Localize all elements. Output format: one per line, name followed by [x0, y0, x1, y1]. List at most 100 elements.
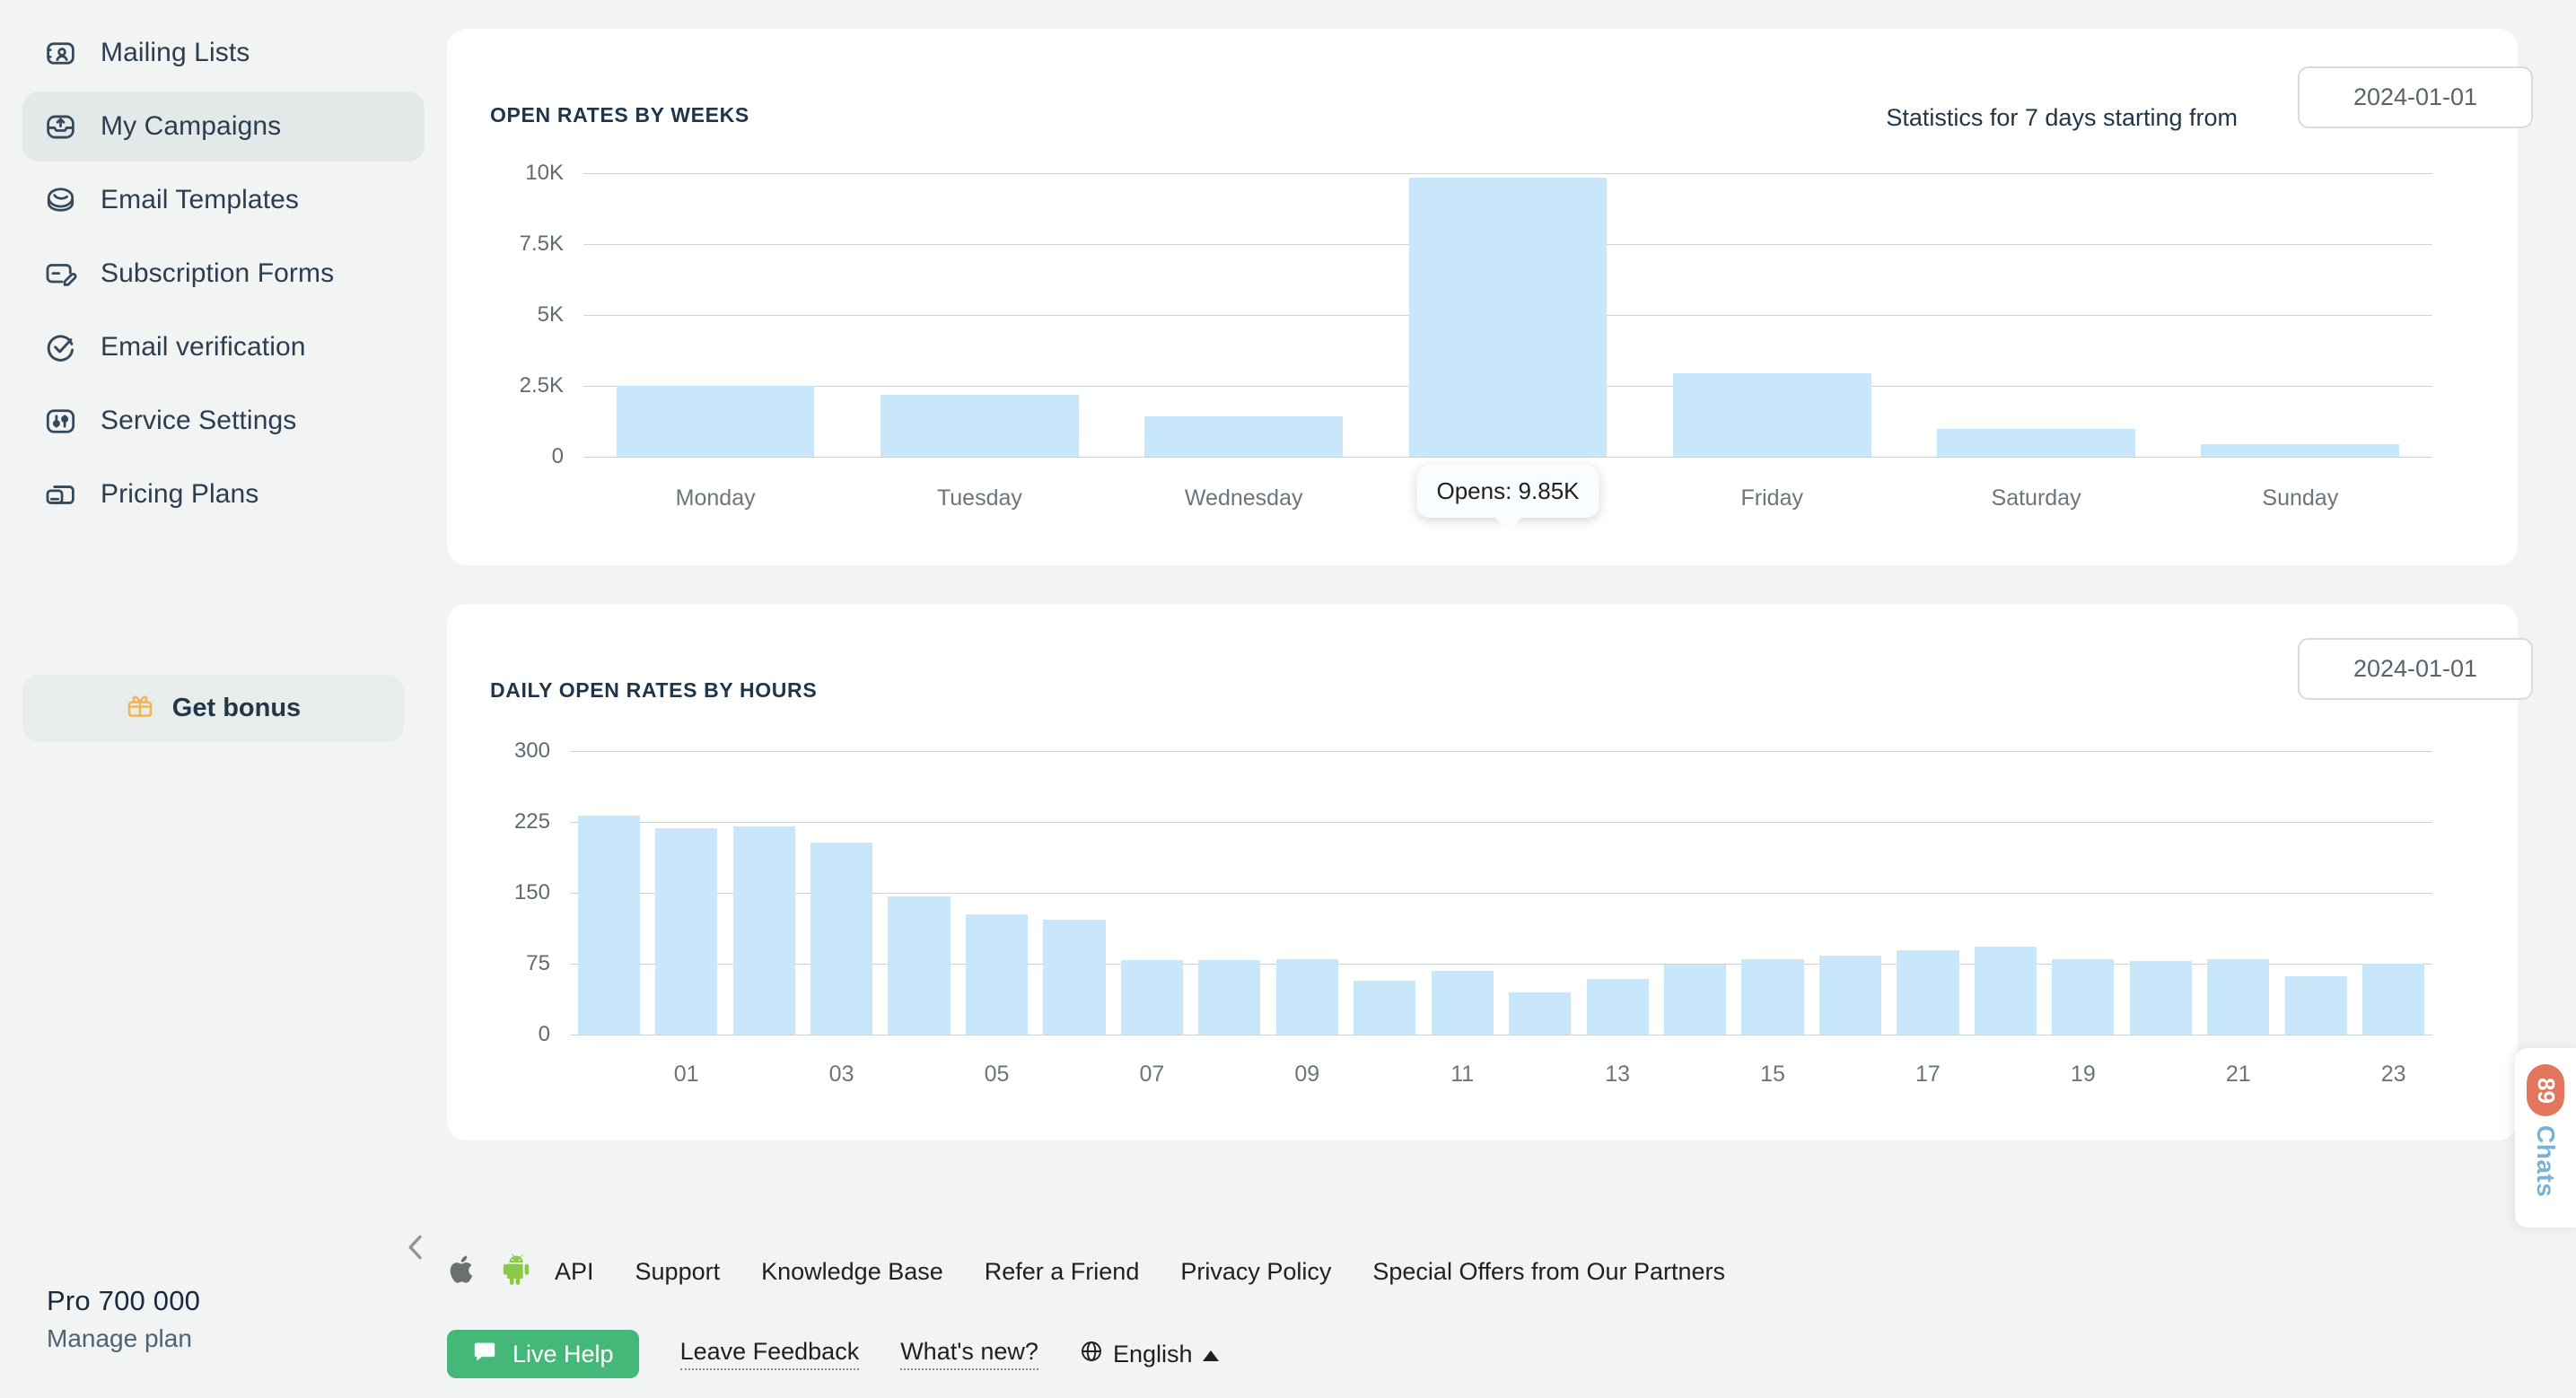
bar-slot[interactable]: [1376, 173, 1640, 457]
sidebar-item-mailing-lists[interactable]: Mailing Lists: [22, 18, 425, 88]
bar-slot[interactable]: [847, 173, 1111, 457]
bar-slot[interactable]: [1113, 751, 1190, 1035]
bar-slot[interactable]: [1734, 751, 1811, 1035]
bar-slot[interactable]: [958, 751, 1035, 1035]
sidebar-item-email-verification[interactable]: Email verification: [22, 312, 425, 382]
x-axis-tick-label: 17: [1889, 1062, 1967, 1088]
x-axis-tick-label: 11: [1424, 1062, 1501, 1088]
android-icon[interactable]: [501, 1252, 531, 1292]
page-title: DAILY OPEN RATES BY HOURS: [490, 678, 817, 703]
get-bonus-button[interactable]: Get bonus: [22, 675, 404, 742]
globe-icon: [1080, 1340, 1103, 1369]
bar-slot[interactable]: [2045, 751, 2122, 1035]
bar[interactable]: [655, 828, 717, 1035]
bar-slot[interactable]: [881, 751, 958, 1035]
bar[interactable]: [888, 896, 950, 1035]
bar[interactable]: [1741, 959, 1803, 1035]
bar[interactable]: [2052, 959, 2114, 1035]
bar[interactable]: [1276, 959, 1338, 1035]
bar-slot[interactable]: [2200, 751, 2277, 1035]
bar[interactable]: [1897, 950, 1958, 1035]
apple-icon[interactable]: [447, 1252, 478, 1292]
footer-link-refer-a-friend[interactable]: Refer a Friend: [985, 1258, 1140, 1286]
bar-slot[interactable]: [1640, 173, 1904, 457]
bar-slot[interactable]: [1904, 173, 2168, 457]
bar-slot[interactable]: [1967, 751, 2044, 1035]
bar-slot[interactable]: [1656, 751, 1733, 1035]
bar-slot[interactable]: [2169, 173, 2432, 457]
bar-slot[interactable]: [1036, 751, 1113, 1035]
x-axis-tick-label: 15: [1734, 1062, 1811, 1088]
bar[interactable]: [1144, 416, 1343, 457]
bar-slot[interactable]: [647, 751, 724, 1035]
bar-slot[interactable]: [2277, 751, 2354, 1035]
bar[interactable]: [2130, 961, 2192, 1035]
bar[interactable]: [1819, 956, 1881, 1035]
chats-widget[interactable]: 89 Chats: [2515, 1048, 2576, 1228]
whats-new-link[interactable]: What's new?: [900, 1338, 1038, 1370]
gift-icon: [126, 692, 154, 725]
bar[interactable]: [1354, 981, 1415, 1035]
bar[interactable]: [1043, 920, 1105, 1035]
x-axis-tick-label: [2277, 1062, 2354, 1088]
chevron-up-icon: [1203, 1341, 1219, 1368]
bar-slot[interactable]: [1579, 751, 1656, 1035]
collapse-sidebar-chevron-left-icon[interactable]: [398, 1229, 434, 1265]
bar[interactable]: [1587, 979, 1649, 1035]
bar-slot[interactable]: [1811, 751, 1888, 1035]
bar[interactable]: [1198, 960, 1260, 1035]
sidebar-item-pricing-plans[interactable]: Pricing Plans: [22, 459, 425, 529]
bar[interactable]: [966, 914, 1028, 1035]
footer-link-special-offers[interactable]: Special Offers from Our Partners: [1372, 1258, 1725, 1286]
leave-feedback-link[interactable]: Leave Feedback: [680, 1338, 860, 1370]
x-axis-tick-label: 05: [958, 1062, 1035, 1088]
bar-slot[interactable]: [1424, 751, 1501, 1035]
sidebar-item-subscription-forms[interactable]: Subscription Forms: [22, 239, 425, 309]
weeks-date-input[interactable]: [2298, 66, 2533, 128]
sidebar-item-my-campaigns[interactable]: My Campaigns: [22, 92, 425, 162]
bar-slot[interactable]: [1889, 751, 1967, 1035]
language-selector[interactable]: English: [1080, 1340, 1219, 1369]
footer-link-api[interactable]: API: [555, 1258, 594, 1286]
bar-slot[interactable]: [2354, 751, 2431, 1035]
bar[interactable]: [1509, 992, 1571, 1035]
bar[interactable]: [1975, 947, 2037, 1035]
manage-plan-link[interactable]: Manage plan: [47, 1324, 200, 1353]
x-axis-tick-label: Saturday: [1904, 485, 2168, 511]
sliders-icon: [43, 404, 77, 438]
bar-slot[interactable]: [725, 751, 802, 1035]
bar-slot[interactable]: [1346, 751, 1424, 1035]
sidebar-item-service-settings[interactable]: Service Settings: [22, 386, 425, 456]
bar-slot[interactable]: [1501, 751, 1578, 1035]
bar[interactable]: [1673, 373, 1871, 457]
bar[interactable]: [2285, 976, 2347, 1035]
bar-group: [570, 751, 2432, 1035]
bar-slot[interactable]: [583, 173, 847, 457]
bar[interactable]: [881, 395, 1079, 457]
footer-link-support[interactable]: Support: [635, 1258, 721, 1286]
bar[interactable]: [578, 816, 640, 1035]
sidebar-item-email-templates[interactable]: Email Templates: [22, 165, 425, 235]
bar[interactable]: [2207, 959, 2269, 1035]
bar[interactable]: [2201, 444, 2399, 457]
bar[interactable]: [1664, 965, 1726, 1035]
x-axis-tick-label: [1811, 1062, 1888, 1088]
bar[interactable]: [2362, 964, 2424, 1035]
bar[interactable]: [1937, 429, 2135, 457]
bar-slot[interactable]: [2122, 751, 2199, 1035]
footer-link-privacy-policy[interactable]: Privacy Policy: [1180, 1258, 1331, 1286]
bar[interactable]: [617, 386, 815, 457]
bar[interactable]: [1409, 178, 1608, 457]
footer-link-knowledge-base[interactable]: Knowledge Base: [761, 1258, 943, 1286]
bar-slot[interactable]: [802, 751, 880, 1035]
bar[interactable]: [810, 843, 872, 1035]
bar-slot[interactable]: [570, 751, 647, 1035]
bar[interactable]: [1121, 960, 1183, 1035]
live-help-button[interactable]: Live Help: [447, 1330, 639, 1378]
bar-slot[interactable]: [1268, 751, 1345, 1035]
bar[interactable]: [733, 826, 795, 1035]
bar[interactable]: [1432, 971, 1494, 1035]
bar-slot[interactable]: [1191, 751, 1268, 1035]
bar-slot[interactable]: [1112, 173, 1376, 457]
hours-date-input[interactable]: [2298, 638, 2533, 700]
